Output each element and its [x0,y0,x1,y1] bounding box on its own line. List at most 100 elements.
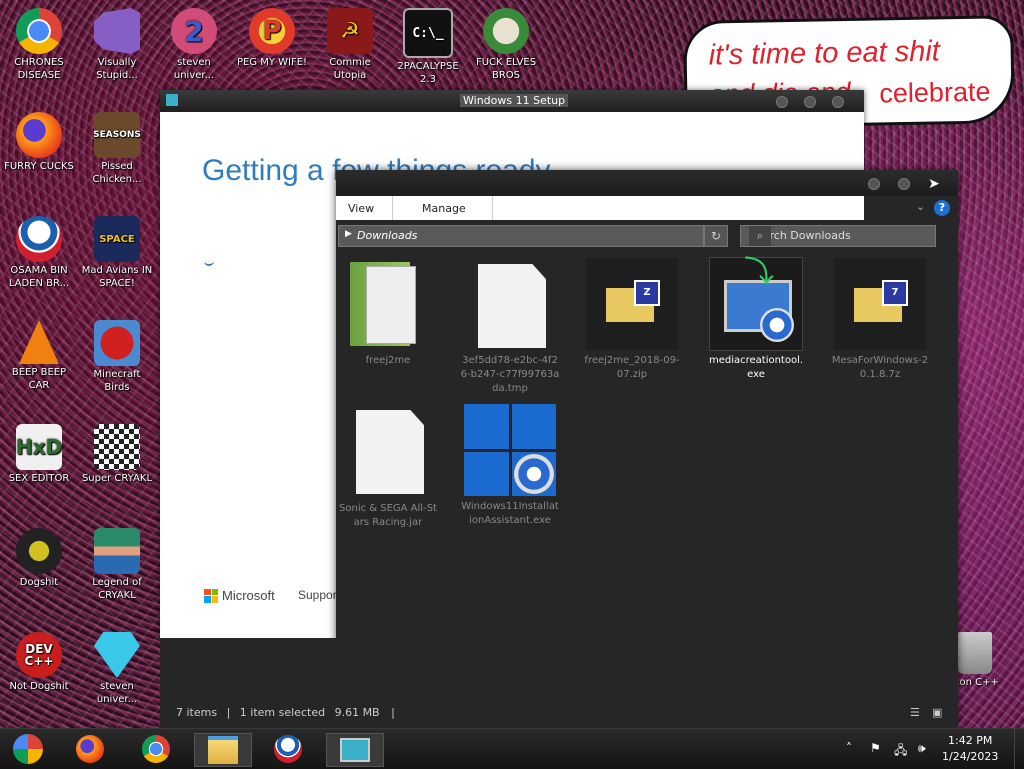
steven-universe-icon: 2 [171,8,217,54]
network-icon[interactable]: 🖧 [894,741,907,762]
taskbar-file-explorer[interactable] [194,733,252,767]
file-item[interactable]: Windows11InstallationAssistant.exe [460,404,560,528]
explorer-titlebar[interactable]: ➤ [336,170,958,196]
elf-icon [483,8,529,54]
refresh-button[interactable]: ↻ [704,225,728,247]
desktop-icon-minecraft-birds[interactable]: Minecraft Birds [80,320,154,394]
file-name: 3ef5dd78-e2bc-4f26-b247-c77f99763ada.tmp [460,355,560,394]
desktop-icon-beep-beep[interactable]: BEEP BEEP CAR [2,320,76,392]
angry-birds-seasons-icon: SEASONS [93,112,141,158]
desktop-icon-sex-editor[interactable]: HxD SEX EDITOR [2,424,76,485]
visual-studio-icon [94,8,140,54]
clock-time: 1:42 PM [948,734,993,747]
desktop-icon-not-dogshit[interactable]: DEV C++ Not Dogshit [2,632,76,693]
desktop-icon-mad-avians[interactable]: SPACE Mad Avians IN SPACE! [80,216,154,290]
desktop-icon-pissed-chicken[interactable]: SEASONS Pissed Chicken... [80,112,154,186]
chrome-icon [16,8,62,54]
setup-title: Windows 11 Setup [460,94,569,107]
desktop-icon-commie[interactable]: ☭ Commie Utopia [313,8,387,82]
address-bar[interactable]: ▶ Downloads [338,225,704,247]
maximize-button[interactable] [804,96,816,108]
setup-titlebar[interactable]: Windows 11 Setup [160,90,864,112]
speech-overlay-text: celebrate [875,76,995,110]
close-button[interactable] [832,96,844,108]
desktop-icon-furry[interactable]: FURRY CUCKS [2,112,76,173]
action-center-flag-icon[interactable]: ⚑ [870,741,881,755]
explorer-minimize-button[interactable] [868,178,880,190]
ribbon-tab-view[interactable]: View [348,202,374,215]
desktop-icon-label: SEX EDITOR [8,473,70,484]
microsoft-brand: Microsoft [204,588,275,603]
taskbar-chrome[interactable] [128,733,184,765]
taskbar-clock[interactable]: 1:42 PM 1/24/2023 [942,733,998,765]
desktop-icon-legend-of-cryakl[interactable]: Legend of CRYAKL [80,528,154,602]
desktop-icon-label: Commie Utopia [329,57,371,81]
start-icon [13,734,43,764]
desktop-icon-2pacalypse[interactable]: C:\_ 2PACALYPSE 2.3 [391,8,465,86]
firefox-icon [16,112,62,158]
zip-archive-icon: Z [586,258,678,350]
file-explorer-window[interactable]: ➤ View Manage ⌄ ? ▶ Downloads ↻ Search D… [176,170,958,730]
microsoft-label: Microsoft [222,588,275,603]
large-icons-view-icon[interactable]: ▣ [932,706,942,719]
desktop-icon-osama[interactable]: OSAMA BIN LADEN BR... [2,216,76,290]
desktop-icon-steven-universe[interactable]: 2 steven univer... [157,8,231,82]
file-item[interactable]: 3ef5dd78-e2bc-4f26-b247-c77f99763ada.tmp [460,258,560,396]
angry-birds-icon [94,320,140,366]
volume-icon[interactable]: 🕪 [918,741,926,756]
microsoft-logo-icon [204,588,218,603]
start-button[interactable] [0,733,56,765]
desktop-icon-super-cryakl[interactable]: Super CRYAKL [80,424,154,485]
codeblocks-icon [16,528,62,574]
pixel-hero-icon [94,528,140,574]
support-link[interactable]: Suppor [298,588,337,602]
desktop-icon-label: Not Dogshit [9,681,69,692]
expand-ribbon-chevron-icon[interactable]: ⌄ [916,200,925,213]
loading-spinner-icon [204,258,214,266]
tray-expand-icon[interactable]: ˄ [846,741,852,755]
desktop-icon-label: CHRONES DISEASE [14,57,64,81]
desktop-icon-label: 2PACALYPSE 2.3 [397,61,459,85]
taskbar-obama[interactable] [260,733,316,765]
folder-icon [342,258,434,350]
windows11-installer-icon [464,404,560,500]
minimize-button[interactable] [776,96,788,108]
file-item[interactable]: freej2me [338,258,438,368]
file-name: mediacreationtool.exe [708,355,804,380]
address-path: Downloads [357,229,418,242]
desktop-icon-chrones[interactable]: CHRONES DISEASE [2,8,76,82]
file-item[interactable]: 7 MesaForWindows-20.1.8.7z [830,258,930,382]
details-view-icon[interactable]: ☰ [910,706,920,719]
status-separator: | [391,706,395,719]
desktop-icon-elves[interactable]: FUCK ELVES BROS [469,8,543,82]
hxd-icon: HxD [16,424,62,470]
taskbar: ˄ ⚑ 🖧 🕪 1:42 PM 1/24/2023 [0,728,1024,769]
explorer-left-shade [160,638,336,700]
desktop-icon-peg[interactable]: P PEG MY WIFE! [235,8,309,69]
status-separator: | [226,706,231,719]
search-icon[interactable]: ⌕ [749,226,771,246]
file-item[interactable]: Sonic & SEGA All-Stars Racing.jar [338,406,438,530]
desktop-icon-steven-universe-2[interactable]: steven univer... [80,632,154,706]
explorer-maximize-button[interactable] [898,178,910,190]
desktop-icon-label: Minecraft Birds [93,369,141,393]
taskbar-windows-setup[interactable] [326,733,384,767]
desktop-icon-label: BEEP BEEP CAR [11,367,67,391]
breadcrumb-arrow-icon[interactable]: ▶ [345,229,352,239]
help-icon[interactable]: ? [934,200,950,216]
ribbon-divider [392,196,393,220]
taskbar-firefox[interactable] [62,733,118,765]
desktop-icon-visually-stupid[interactable]: Visually Stupid... [80,8,154,82]
desktop-icon-dogshit[interactable]: Dogshit [2,528,76,589]
chrome-icon [142,735,170,763]
desktop-icon-label: Mad Avians IN SPACE! [81,265,153,289]
status-text-overlay: 7 items | 1 item selected 9.61 MB | [176,706,395,719]
obama-logo-icon [274,735,302,763]
search-input[interactable]: Search Downloads ⌕ [740,225,936,247]
ribbon-divider [492,196,493,220]
diamond-icon [94,632,140,678]
show-desktop-button[interactable] [1014,729,1024,769]
ribbon-tab-manage[interactable]: Manage [422,202,466,215]
file-item[interactable]: Z freej2me_2018-09-07.zip [582,258,682,382]
file-item-selected[interactable]: ⤵ mediacreationtool.exe [706,257,806,382]
